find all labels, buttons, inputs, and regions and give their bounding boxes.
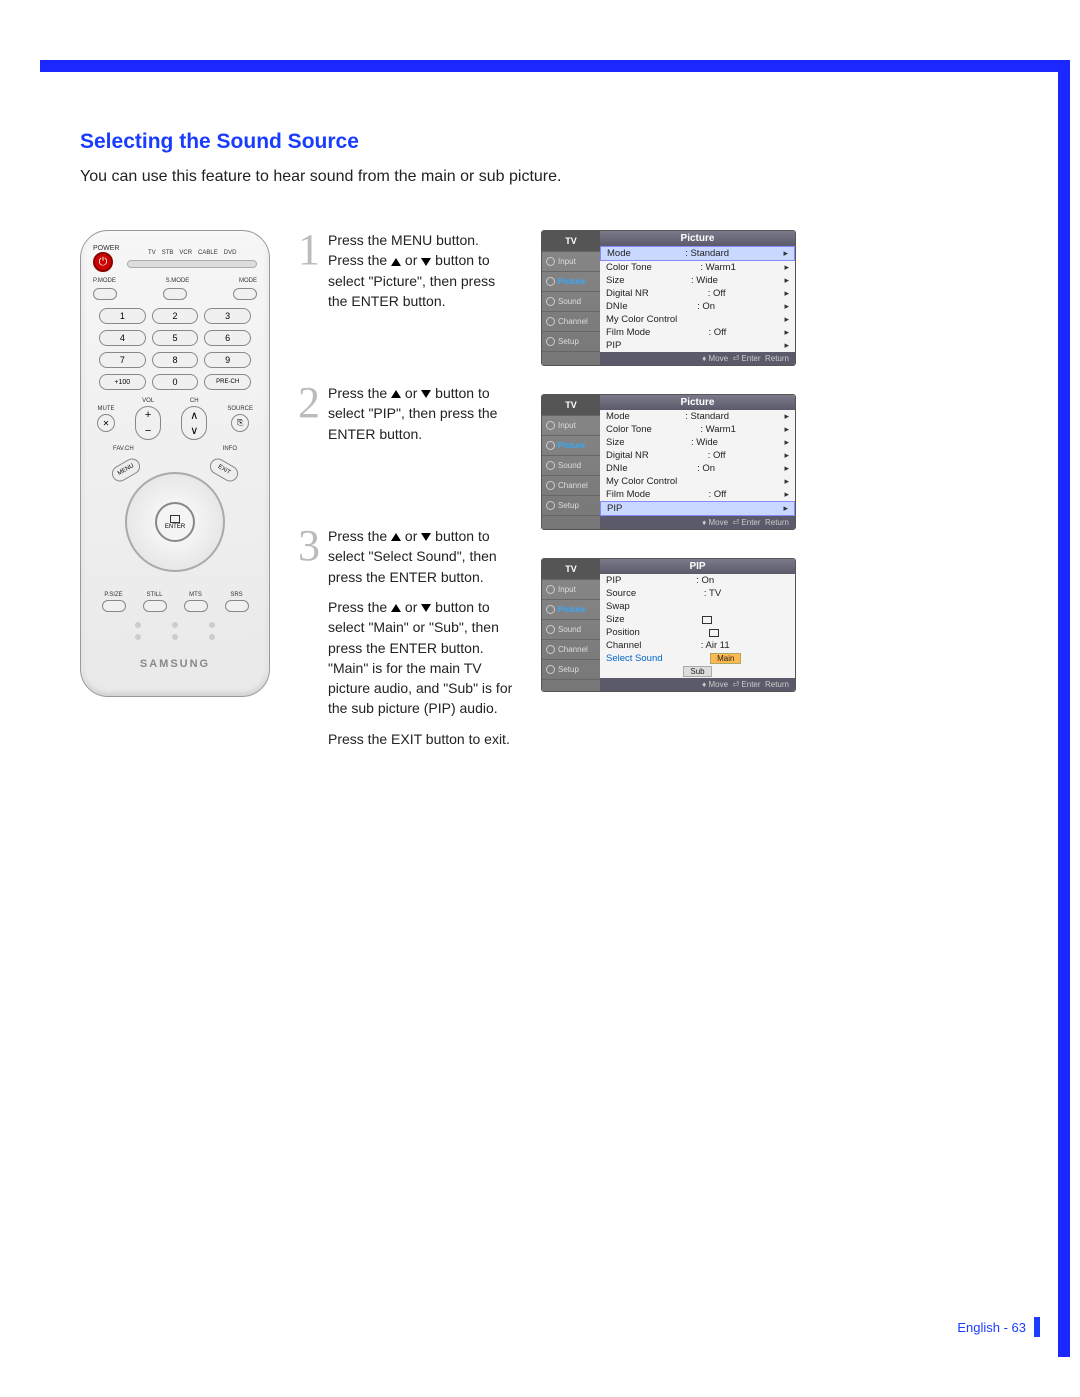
ch-label: CH <box>190 398 199 404</box>
page-content: Selecting the Sound Source You can use t… <box>0 0 1080 791</box>
main-option: Main <box>710 653 741 664</box>
key-3[interactable]: 3 <box>204 308 251 324</box>
page-footer: English - 63 <box>957 1317 1040 1337</box>
key-1[interactable]: 1 <box>99 308 146 324</box>
ch-rocker[interactable]: ∧∨ <box>181 406 207 440</box>
osd-picture-2: TV Input Picture Sound Channel Setup Pic… <box>541 394 796 530</box>
key-0[interactable]: 0 <box>152 374 199 390</box>
input-icon <box>546 257 555 266</box>
osd-footer: ♦ Move ⏎ Enter Return <box>600 352 795 365</box>
remote-control: POWER ⏻ TV STB VCR CABLE DVD P.MODE S.MO <box>80 230 270 697</box>
osd-pip: TV Input Picture Sound Channel Setup PIP… <box>541 558 796 692</box>
pmode-button[interactable] <box>93 288 117 300</box>
dpad: MENU EXIT ENTER <box>115 462 235 582</box>
step-2: 2 Press the or button to select "PIP", t… <box>298 383 513 454</box>
brand-logo: SAMSUNG <box>93 658 257 670</box>
down-arrow-icon <box>421 390 431 398</box>
mute-button[interactable]: ✕ <box>97 414 115 432</box>
step-number: 3 <box>298 526 320 759</box>
key-prech[interactable]: PRE-CH <box>204 374 251 390</box>
sub-option: Sub <box>683 666 711 677</box>
osd-title: Picture <box>600 231 795 246</box>
step-number: 1 <box>298 230 320 321</box>
enter-icon <box>170 515 180 523</box>
key-6[interactable]: 6 <box>204 330 251 346</box>
osd-column: TV Input Picture Sound Channel Setup Pic… <box>541 230 1030 720</box>
enter-button[interactable]: ENTER <box>155 502 195 542</box>
power-label: POWER <box>93 245 119 252</box>
down-arrow-icon <box>421 533 431 541</box>
vol-rocker[interactable]: +− <box>135 406 161 440</box>
vol-label: VOL <box>142 398 154 404</box>
up-arrow-icon <box>391 258 401 266</box>
favch-label: FAV.CH <box>113 446 134 452</box>
steps-column: 1 Press the MENU button. Press the or bu… <box>298 230 513 791</box>
up-arrow-icon <box>391 390 401 398</box>
footer-bar <box>1034 1317 1040 1337</box>
step-number: 2 <box>298 383 320 454</box>
step-1: 1 Press the MENU button. Press the or bu… <box>298 230 513 321</box>
power-button[interactable]: ⏻ <box>93 252 113 272</box>
key-8[interactable]: 8 <box>152 352 199 368</box>
key-5[interactable]: 5 <box>152 330 199 346</box>
srs-button[interactable] <box>225 600 249 612</box>
mode-row: P.MODE S.MODE MODE <box>93 278 257 284</box>
key-2[interactable]: 2 <box>152 308 199 324</box>
page-intro: You can use this feature to hear sound f… <box>80 168 1030 186</box>
osd-sidebar: TV Input Picture Sound Channel Setup <box>542 231 600 365</box>
mode-button[interactable] <box>233 288 257 300</box>
source-label: SOURCE <box>227 406 253 412</box>
sound-icon <box>546 297 555 306</box>
down-arrow-icon <box>421 604 431 612</box>
picture-icon <box>546 277 555 286</box>
device-slider[interactable] <box>127 260 257 268</box>
size-icon <box>702 616 712 624</box>
source-button[interactable]: ⎘ <box>231 414 249 432</box>
psize-button[interactable] <box>102 600 126 612</box>
up-arrow-icon <box>391 533 401 541</box>
key-9[interactable]: 9 <box>204 352 251 368</box>
key-4[interactable]: 4 <box>99 330 146 346</box>
osd-tv-header: TV <box>542 231 600 252</box>
select-sound-label: Select Sound <box>606 653 663 664</box>
device-row: TV STB VCR CABLE DVD <box>127 250 257 256</box>
still-button[interactable] <box>143 600 167 612</box>
step-3: 3 Press the or button to select "Select … <box>298 526 513 759</box>
page-title: Selecting the Sound Source <box>80 130 1030 154</box>
menu-button[interactable]: MENU <box>109 456 143 485</box>
osd-picture-1: TV Input Picture Sound Channel Setup Pic… <box>541 230 796 366</box>
keypad: 1 2 3 4 5 6 7 8 9 +100 0 PRE-CH <box>99 308 251 390</box>
info-label: INFO <box>223 446 237 452</box>
channel-icon <box>546 317 555 326</box>
key-7[interactable]: 7 <box>99 352 146 368</box>
setup-icon <box>546 337 555 346</box>
down-arrow-icon <box>421 258 431 266</box>
up-arrow-icon <box>391 604 401 612</box>
exit-button[interactable]: EXIT <box>207 456 241 485</box>
chevron-right-icon: ▸ <box>783 248 788 259</box>
mute-label: MUTE <box>98 406 115 412</box>
body-row: POWER ⏻ TV STB VCR CABLE DVD P.MODE S.MO <box>80 230 1030 791</box>
key-plus100[interactable]: +100 <box>99 374 146 390</box>
smode-button[interactable] <box>163 288 187 300</box>
position-icon <box>709 629 719 637</box>
mts-button[interactable] <box>184 600 208 612</box>
